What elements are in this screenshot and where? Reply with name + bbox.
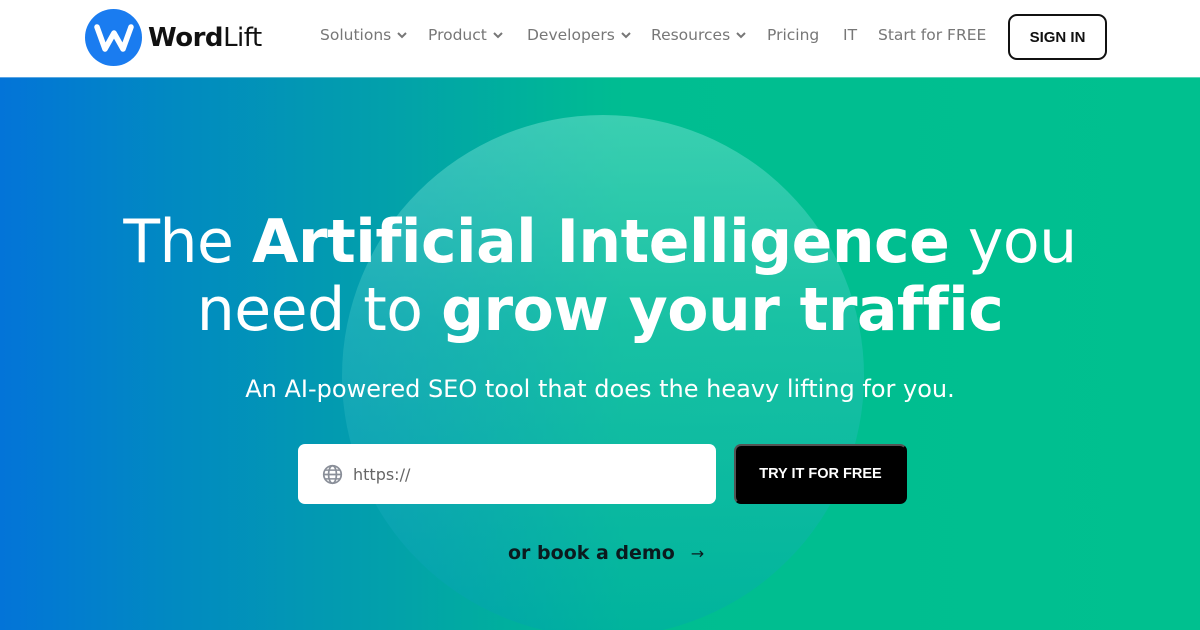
logo-wordmark: WordLift xyxy=(148,22,262,53)
hero-subtitle: An AI-powered SEO tool that does the hea… xyxy=(245,375,955,403)
logo-mark-icon xyxy=(85,9,142,66)
book-demo-link[interactable]: or book a demo → xyxy=(508,542,704,564)
nav-developers[interactable]: Developers xyxy=(527,26,632,44)
chevron-down-icon xyxy=(493,32,503,39)
try-it-free-button[interactable]: TRY IT FOR FREE xyxy=(734,444,907,504)
w-letter-icon xyxy=(93,23,134,52)
nav-resources[interactable]: Resources xyxy=(651,26,747,44)
headline-line-2: need to grow your traffic xyxy=(196,275,1004,345)
sign-in-button[interactable]: SIGN IN xyxy=(1008,14,1107,60)
hero-section: The Artificial Intelligence you need to … xyxy=(0,77,1200,630)
site-header: WordLift Solutions Product Developers Re… xyxy=(0,0,1200,77)
url-input-container[interactable] xyxy=(298,444,716,504)
headline-line-1: The Artificial Intelligence you xyxy=(123,207,1077,277)
chevron-down-icon xyxy=(621,32,631,39)
nav-solutions[interactable]: Solutions xyxy=(320,26,408,44)
url-input[interactable] xyxy=(353,464,693,484)
wordlift-logo[interactable]: WordLift xyxy=(85,9,262,66)
nav-product[interactable]: Product xyxy=(428,26,504,44)
chevron-down-icon xyxy=(736,32,746,39)
globe-icon xyxy=(322,464,343,484)
nav-language-it[interactable]: IT xyxy=(843,26,857,44)
nav-start-free[interactable]: Start for FREE xyxy=(878,26,986,44)
chevron-down-icon xyxy=(397,32,407,39)
hero-divider xyxy=(0,77,1200,78)
nav-pricing[interactable]: Pricing xyxy=(767,26,819,44)
arrow-right-icon: → xyxy=(690,543,705,563)
